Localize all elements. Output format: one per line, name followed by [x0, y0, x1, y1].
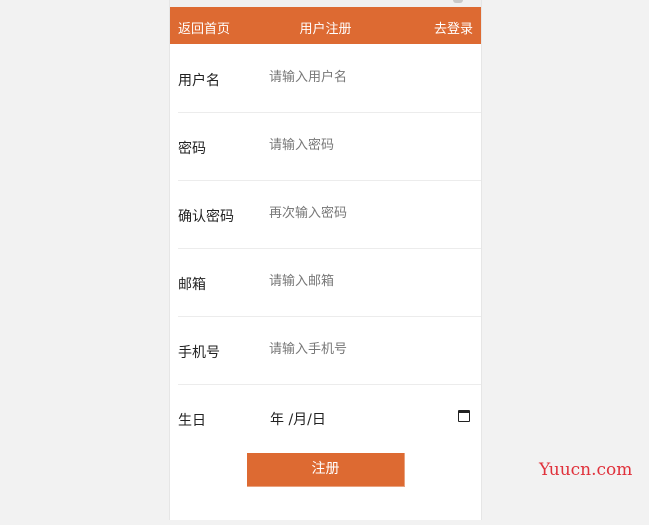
watermark: Yuucn.com — [539, 460, 633, 480]
email-input[interactable] — [267, 266, 471, 296]
email-row: 邮箱 — [178, 248, 481, 317]
password-input[interactable] — [267, 130, 471, 160]
confirm-password-input[interactable] — [267, 198, 471, 228]
go-login-link[interactable]: 去登录 — [434, 18, 473, 37]
username-input[interactable] — [267, 62, 471, 92]
scroll-knob — [453, 0, 463, 3]
password-label: 密码 — [178, 141, 206, 157]
header-bar: 返回首页 用户注册 去登录 — [170, 7, 481, 44]
birthday-date-input[interactable]: 年 /月/日 — [270, 409, 326, 429]
confirm-password-row: 确认密码 — [178, 180, 481, 249]
email-label: 邮箱 — [178, 277, 206, 293]
username-row: 用户名 — [178, 44, 481, 113]
birthday-row: 生日 年 /月/日 — [178, 384, 481, 452]
phone-frame: 返回首页 用户注册 去登录 用户名 密码 确认密码 邮箱 手机号 生日 年 /月… — [169, 0, 482, 520]
register-button[interactable]: 注册 — [247, 453, 405, 487]
password-row: 密码 — [178, 112, 481, 181]
confirm-password-label: 确认密码 — [178, 209, 234, 225]
phone-input[interactable] — [267, 334, 471, 364]
username-label: 用户名 — [178, 73, 220, 89]
top-strip — [170, 0, 481, 7]
phone-label: 手机号 — [178, 345, 220, 361]
calendar-icon[interactable] — [458, 410, 470, 422]
birthday-label: 生日 — [178, 413, 206, 429]
phone-row: 手机号 — [178, 316, 481, 385]
